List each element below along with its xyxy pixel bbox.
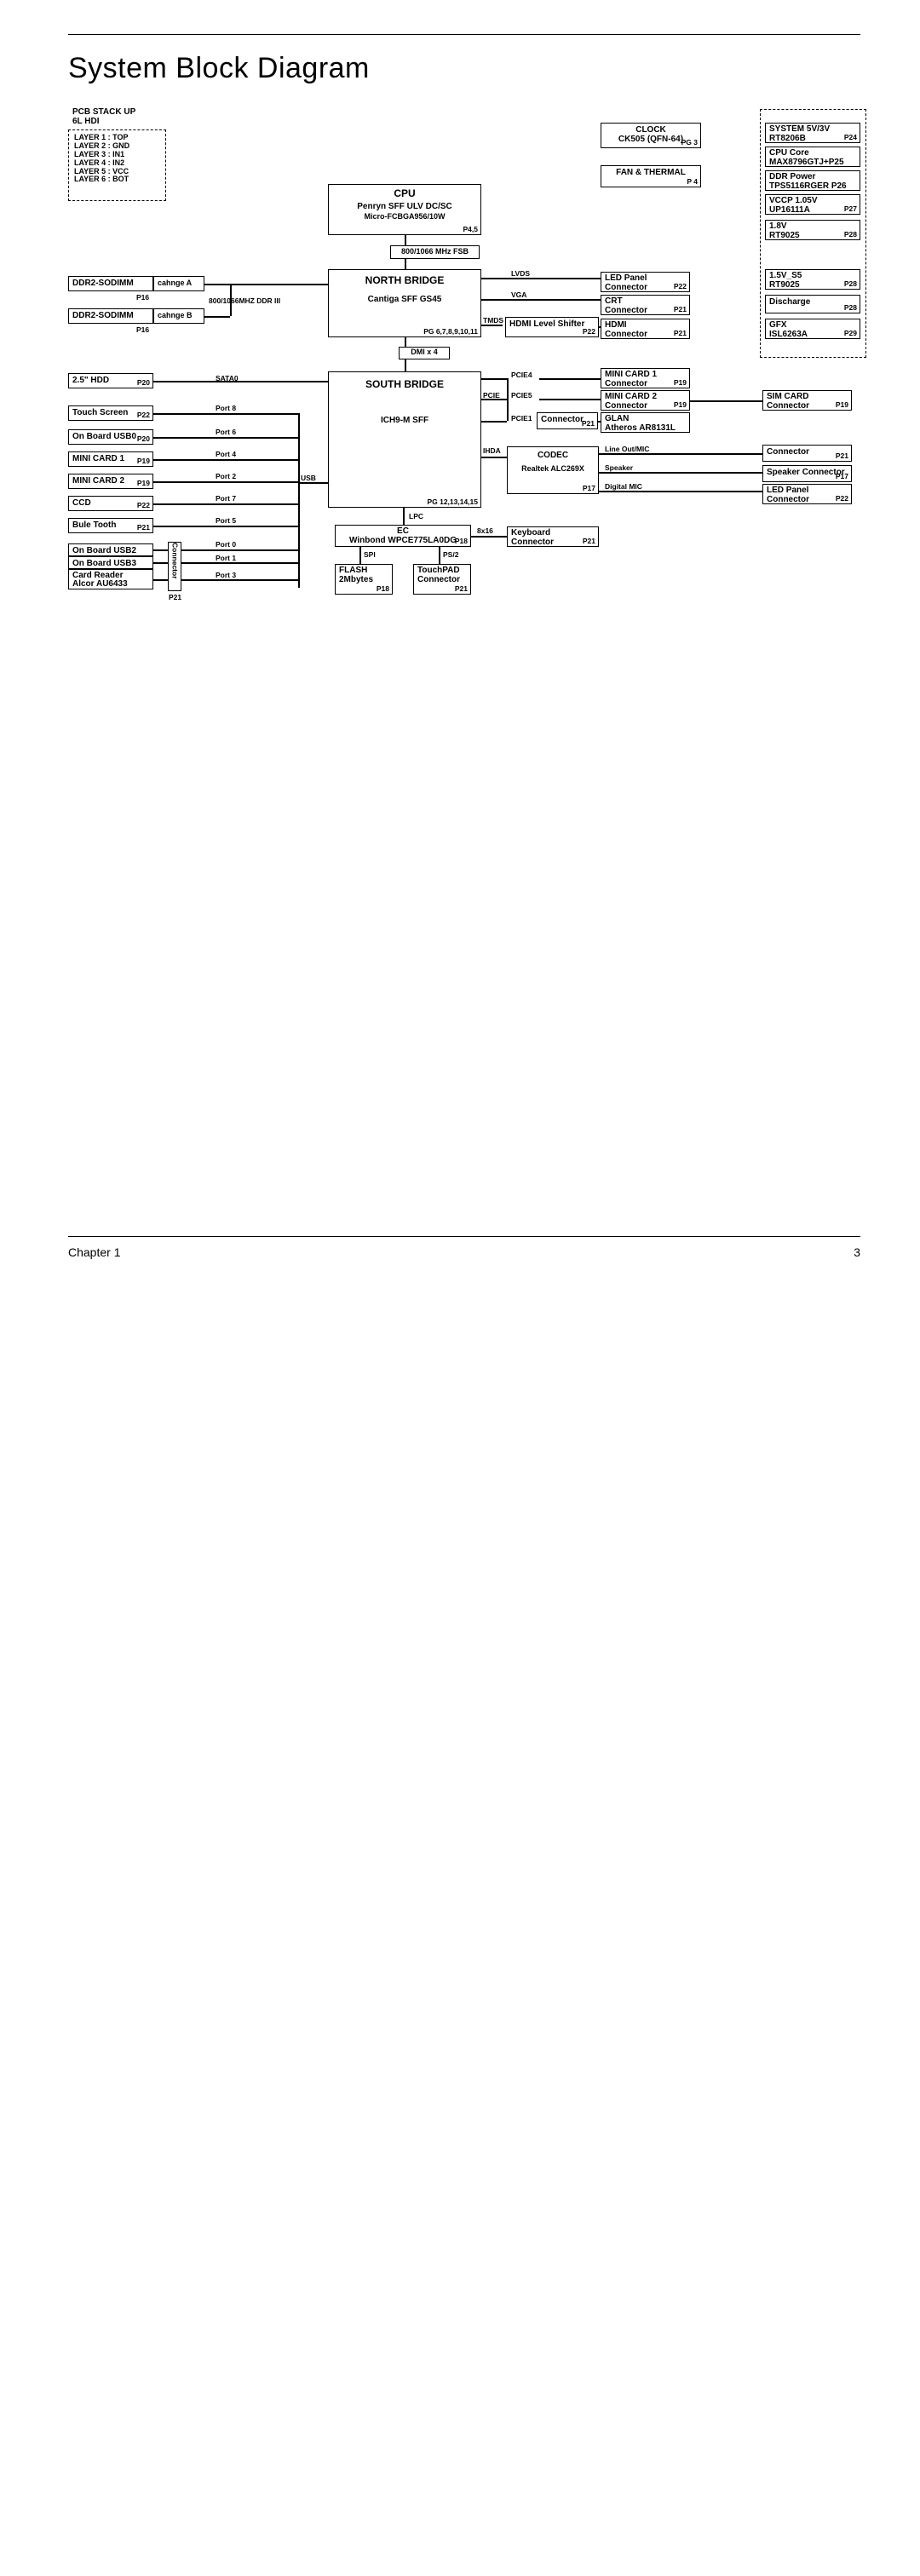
ddr-bus-label: 800/1066MHZ DDR III	[209, 296, 280, 305]
led-panel-conn: LED Panel ConnectorP22	[601, 272, 690, 292]
port8-label: Port 8	[216, 404, 236, 412]
port2-label: Port 2	[216, 472, 236, 480]
pcie4-label: PCIE4	[511, 371, 532, 379]
cpu-block: CPU Penryn SFF ULV DC/SC Micro-FCBGA956/…	[328, 184, 481, 235]
lvds-label: LVDS	[511, 269, 530, 278]
usb0-box: On Board USB0P20	[68, 429, 153, 445]
crt-conn: CRT ConnectorP21	[601, 295, 690, 315]
usb-conn-pg: P21	[169, 593, 181, 601]
hdmi-conn: HDMI ConnectorP21	[601, 319, 690, 339]
led-panel-conn-2: LED Panel ConnectorP22	[762, 484, 852, 504]
bluetooth-box: Bule ToothP21	[68, 518, 153, 533]
minicard1-box: MINI CARD 1P19	[68, 451, 153, 467]
digital-mic-label: Digital MIC	[605, 482, 642, 491]
minicard2-conn: MINI CARD 2 ConnectorP19	[601, 390, 690, 411]
north-bridge: NORTH BRIDGE Cantiga SFF GS45 PG 6,7,8,9…	[328, 269, 481, 337]
port3-label: Port 3	[216, 571, 236, 579]
diagram-canvas: PCB STACK UP 6L HDI LAYER 1 : TOP LAYER …	[68, 107, 886, 653]
south-bridge: SOUTH BRIDGE ICH9-M SFF PG 12,13,14,15	[328, 371, 481, 508]
speaker-label: Speaker	[605, 463, 633, 472]
vga-label: VGA	[511, 290, 526, 299]
ihda-label: IHDA	[483, 446, 501, 455]
port7-label: Port 7	[216, 494, 236, 503]
power-1v8: 1.8V RT9025P28	[765, 220, 860, 240]
tmds-label: TMDS	[483, 316, 503, 325]
lpc-label: LPC	[409, 512, 423, 520]
port4-label: Port 4	[216, 450, 236, 458]
speaker-conn: Speaker ConnectorP17	[762, 465, 852, 482]
port0-label: Port 0	[216, 540, 236, 549]
page-title: System Block Diagram	[68, 52, 860, 85]
ddr2-sodimm-b: DDR2-SODIMM	[68, 308, 153, 324]
minicard1-conn: MINI CARD 1 ConnectorP19	[601, 368, 690, 388]
power-vccp: VCCP 1.05V UP16111AP27	[765, 194, 860, 215]
keyboard-conn: Keyboard ConnectorP21	[507, 526, 599, 547]
footer-chapter: Chapter 1	[68, 1245, 120, 1259]
pcie-bus-label: PCIE	[483, 391, 500, 400]
minicard2-box: MINI CARD 2P19	[68, 474, 153, 489]
codec-box: CODEC Realtek ALC269X P17	[507, 446, 599, 494]
ddr2-sodimm-a: DDR2-SODIMM	[68, 276, 153, 291]
fan-thermal-box: FAN & THERMALP 4	[601, 165, 701, 187]
pcb-stack: LAYER 1 : TOP LAYER 2 : GND LAYER 3 : IN…	[68, 129, 166, 201]
sim-conn: SIM CARD ConnectorP19	[762, 390, 852, 411]
footer-page: 3	[854, 1245, 860, 1259]
ddr2-channel-a: cahnge A	[153, 276, 204, 291]
usb2-box: On Board USB2	[68, 543, 153, 556]
fsb-label: 800/1066 MHz FSB	[390, 245, 480, 259]
flash-box: FLASH 2MbytesP18	[335, 564, 393, 595]
power-1v5s5: 1.5V_S5 RT9025P28	[765, 269, 860, 290]
ec-box: EC Winbond WPCE775LA0DGP18	[335, 525, 471, 547]
ccd-box: CCDP22	[68, 496, 153, 511]
power-ddr: DDR Power TPS5116RGER P26	[765, 170, 860, 191]
usb3-box: On Board USB3	[68, 556, 153, 569]
port5-label: Port 5	[216, 516, 236, 525]
touchpad-conn: TouchPAD ConnectorP21	[413, 564, 471, 595]
usb-bus-label: USB	[301, 474, 316, 482]
cardreader-box: Card Reader Alcor AU6433	[68, 569, 153, 589]
lineout-conn: ConnectorP21	[762, 445, 852, 462]
pcie1-conn: ConnectorP21	[537, 412, 598, 429]
pcie5-label: PCIE5	[511, 391, 532, 400]
power-discharge: DischargeP28	[765, 295, 860, 313]
port6-label: Port 6	[216, 428, 236, 436]
lineout-label: Line Out/MIC	[605, 445, 649, 453]
dmi-label: DMI x 4	[399, 347, 450, 359]
spi-label: SPI	[364, 550, 376, 559]
ddr2-channel-b: cahnge B	[153, 308, 204, 324]
ddr-b-pg: P16	[136, 325, 149, 334]
pcie1-label: PCIE1	[511, 414, 532, 423]
ps2-label: PS/2	[443, 550, 458, 559]
power-gfx: GFX ISL6263AP29	[765, 319, 860, 339]
clock-box: CLOCK CK505 (QFN-64)PG 3	[601, 123, 701, 148]
glan-box: GLAN Atheros AR8131L	[601, 412, 690, 433]
usb-connector-box: Connector	[168, 542, 181, 591]
pcb-header: PCB STACK UP 6L HDI	[72, 107, 135, 126]
power-system: SYSTEM 5V/3V RT8206BP24	[765, 123, 860, 143]
ddr-a-pg: P16	[136, 293, 149, 302]
port1-label: Port 1	[216, 554, 236, 562]
touchscreen-box: Touch ScreenP22	[68, 405, 153, 421]
hdd-box: 2.5" HDDP20	[68, 373, 153, 388]
power-cpu-core: CPU Core MAX8796GTJ+P25	[765, 147, 860, 167]
bus816-label: 8x16	[477, 526, 493, 535]
hdmi-level-shifter: HDMI Level ShifterP22	[505, 317, 599, 337]
